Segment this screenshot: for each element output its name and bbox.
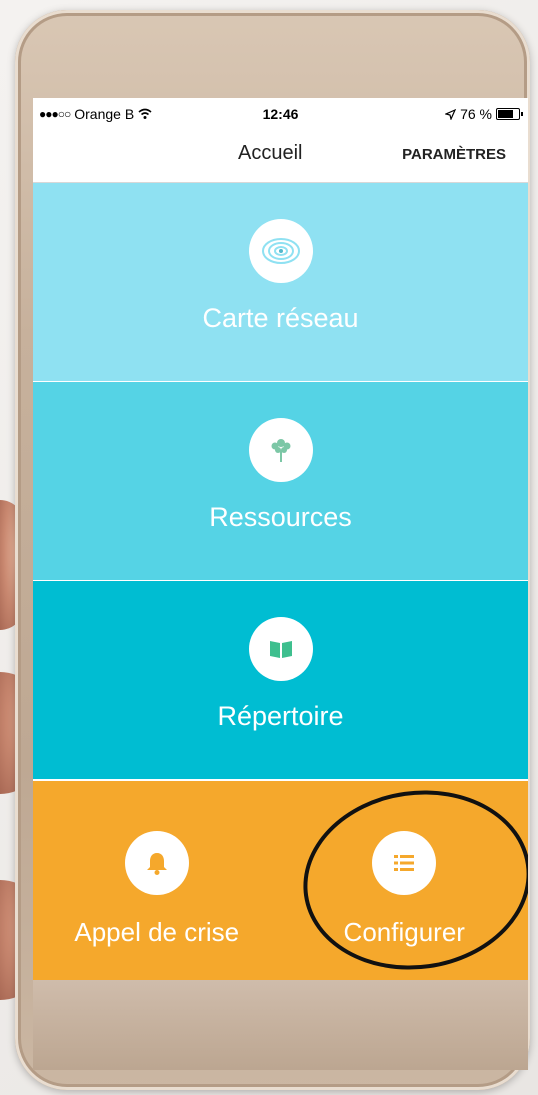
navigation-bar: Accueil PARAMÈTRES bbox=[33, 130, 528, 183]
tile-label: Ressources bbox=[209, 502, 352, 532]
tile-label: Carte réseau bbox=[202, 303, 359, 333]
settings-button[interactable]: PARAMÈTRES bbox=[402, 146, 506, 163]
page-title: Accueil bbox=[238, 142, 303, 164]
tile-crisis-call[interactable]: Appel de crise bbox=[33, 781, 281, 980]
status-bar: ●●●○○ Orange B 12:46 76 % bbox=[33, 98, 528, 130]
app-screen: ●●●○○ Orange B 12:46 76 % Accueil PARAMÈ… bbox=[33, 98, 528, 980]
tile-label: Appel de crise bbox=[74, 917, 240, 947]
battery-info: 76 % bbox=[445, 106, 523, 122]
tree-icon bbox=[248, 418, 313, 482]
tile-directory[interactable]: Répertoire bbox=[33, 581, 528, 779]
network-map-icon bbox=[248, 219, 313, 283]
location-icon bbox=[445, 108, 457, 120]
tile-network-map[interactable]: Carte réseau bbox=[33, 183, 528, 381]
tile-resources[interactable]: Ressources bbox=[33, 382, 528, 580]
phone-bottom-bezel bbox=[33, 980, 528, 1070]
bell-icon bbox=[124, 831, 189, 895]
battery-percent: 76 % bbox=[460, 106, 492, 122]
tile-label: Répertoire bbox=[217, 701, 344, 731]
battery-icon bbox=[496, 108, 523, 120]
book-icon bbox=[248, 617, 313, 681]
